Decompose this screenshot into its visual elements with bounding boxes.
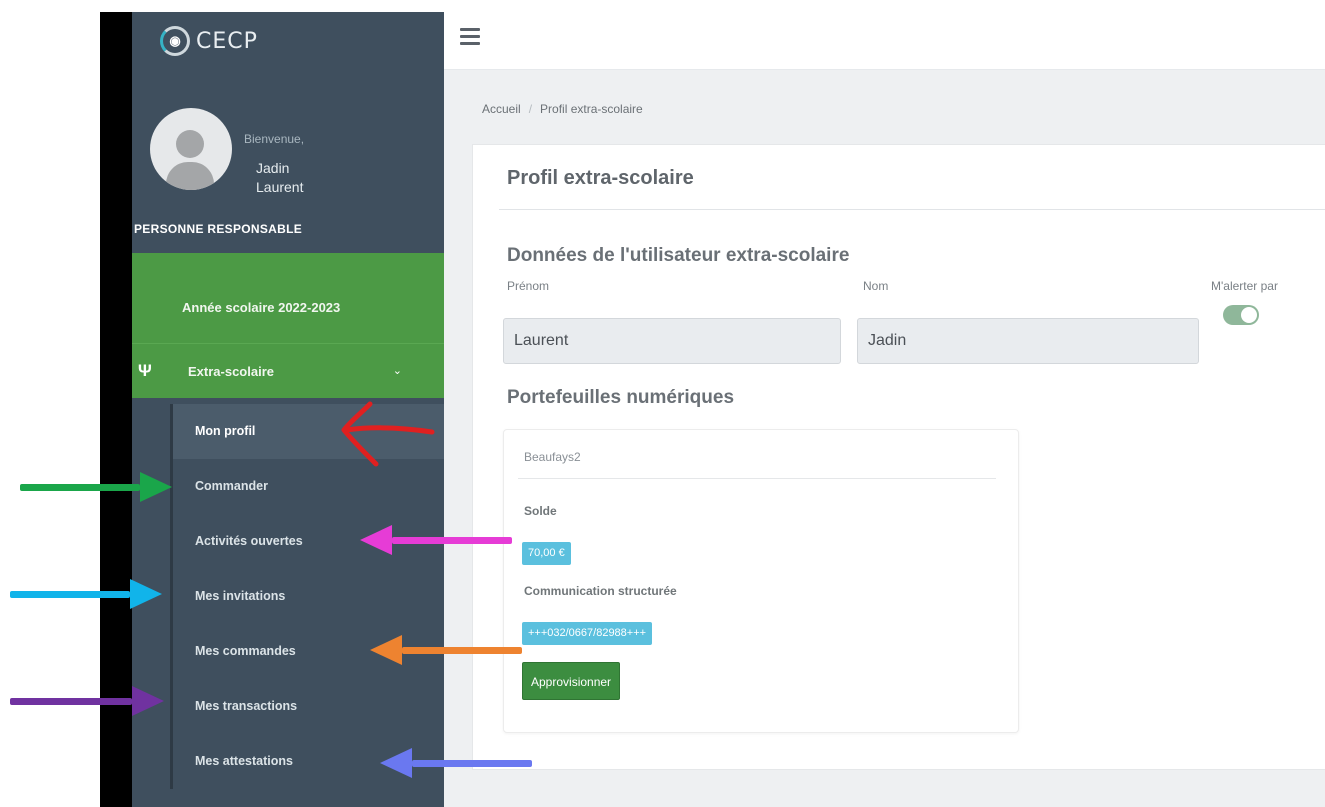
green-arrow-head	[140, 472, 172, 502]
blue-arrow-head	[380, 748, 412, 778]
first-name-label: Prénom	[507, 279, 550, 293]
breadcrumb: Accueil / Profil extra-scolaire	[482, 102, 643, 116]
wallets-heading: Portefeuilles numériques	[507, 387, 735, 408]
red-hand-drawn-arrow	[341, 401, 435, 467]
magenta-arrow-head	[360, 525, 392, 555]
sidebar-item-mes-transactions[interactable]: Mes transactions	[173, 679, 444, 734]
avatar	[150, 108, 232, 190]
sidebar-item-extra-scolaire[interactable]: Ψ Extra-scolaire ⌄	[132, 343, 444, 398]
divider	[499, 209, 1325, 210]
brand-logo[interactable]: ◉ CECP	[160, 26, 258, 56]
cyan-arrow-shaft	[10, 591, 130, 598]
breadcrumb-home[interactable]: Accueil	[482, 102, 521, 116]
divider	[518, 478, 996, 479]
main-content: Accueil / Profil extra-scolaire Profil ext…	[444, 70, 1325, 807]
cyan-arrow-head	[130, 579, 162, 609]
page-title: Profil extra-scolaire	[507, 167, 694, 189]
orange-arrow-head	[370, 635, 402, 665]
user-last-name: Laurent	[256, 179, 304, 195]
fork-knife-icon: Ψ	[138, 361, 152, 380]
purple-arrow-head	[132, 686, 164, 716]
school-year-label: Année scolaire 2022-2023	[182, 300, 341, 315]
profile-card: Profil extra-scolaire Données de l'utili…	[472, 144, 1325, 770]
communication-label: Communication structurée	[524, 584, 677, 598]
wallet-card: Beaufays2 Solde 70,00 € Communication st…	[503, 429, 1019, 733]
avatar-body	[166, 162, 214, 190]
balance-label: Solde	[524, 504, 557, 518]
welcome-text: Bienvenue,	[244, 132, 305, 146]
purple-arrow-shaft	[10, 698, 132, 705]
communication-badge: +++032/0667/82988+++	[522, 622, 653, 645]
approvisionner-button[interactable]: Approvisionner	[522, 662, 621, 700]
balance-badge: 70,00 €	[522, 542, 571, 565]
logo-icon: ◉	[160, 26, 190, 56]
blue-arrow-shaft	[412, 760, 532, 767]
sidebar-item-mes-invitations[interactable]: Mes invitations	[173, 569, 444, 624]
toggle-knob	[1241, 307, 1257, 323]
magenta-arrow-shaft	[392, 537, 512, 544]
alert-toggle[interactable]	[1223, 305, 1259, 325]
last-name-label: Nom	[863, 279, 889, 293]
avatar-head	[176, 130, 204, 158]
alert-label: M'alerter par	[1211, 279, 1278, 293]
orange-arrow-shaft	[402, 647, 522, 654]
user-role: PERSONNE RESPONSABLE	[134, 222, 303, 236]
green-arrow-shaft	[20, 484, 140, 491]
last-name-field[interactable]: Jadin	[857, 318, 1199, 364]
sidebar-item-label: Extra-scolaire	[188, 364, 274, 379]
wallet-name: Beaufays2	[524, 450, 581, 464]
breadcrumb-separator: /	[528, 102, 533, 116]
screenshot: ◉ CECP Bienvenue, Jadin Laurent PERSONNE…	[0, 0, 1325, 807]
breadcrumb-current: Profil extra-scolaire	[540, 102, 643, 116]
user-data-heading: Données de l'utilisateur extra-scolaire	[507, 245, 850, 266]
black-edge	[100, 12, 132, 807]
top-bar	[444, 12, 1325, 70]
brand-name: CECP	[196, 28, 258, 54]
user-first-name: Jadin	[256, 160, 290, 176]
hamburger-menu-icon[interactable]	[460, 28, 480, 46]
chevron-down-icon: ⌄	[392, 365, 402, 377]
first-name-field[interactable]: Laurent	[503, 318, 841, 364]
school-year-item[interactable]: Année scolaire 2022-2023	[132, 253, 444, 343]
